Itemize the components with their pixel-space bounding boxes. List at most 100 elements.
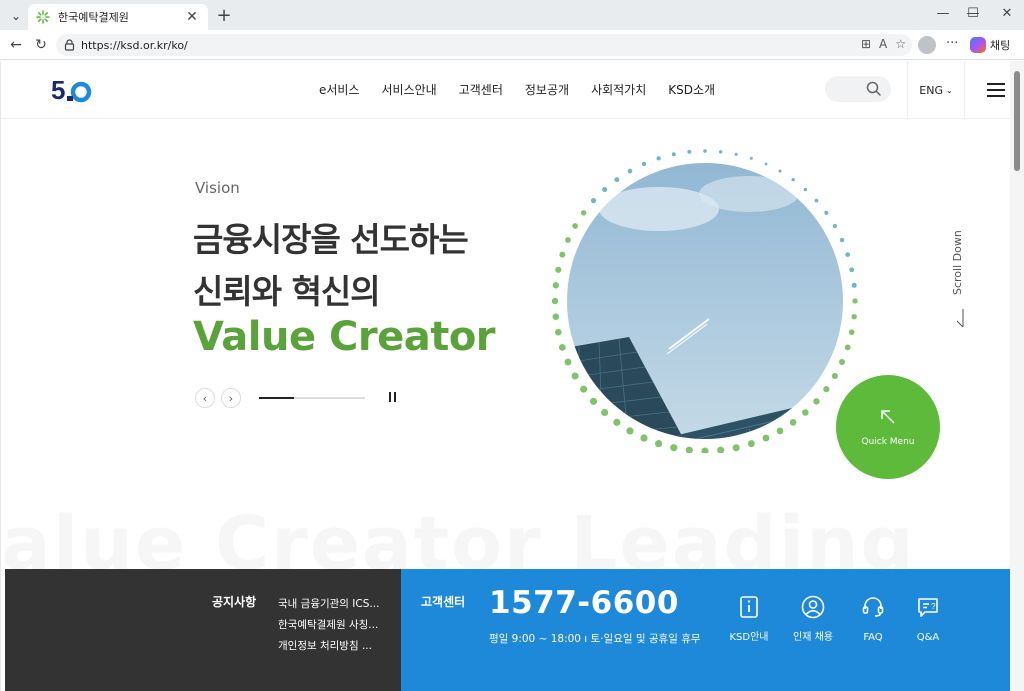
favorite-star-icon[interactable]: ☆ [895, 37, 906, 51]
copilot-chat-button[interactable]: 채팅 [970, 35, 1010, 55]
customer-center-hours: 평일 9:00 ~ 18:00 ı 토·일요일 및 공휴일 휴무 [489, 633, 701, 645]
ring-dot [565, 237, 571, 243]
more-options-icon[interactable]: ··· [946, 36, 958, 51]
ring-dot [590, 197, 597, 204]
ring-dot [601, 408, 609, 417]
ring-dot [627, 168, 633, 174]
notice-panel: 공지사항 국내 금융기관의 ICS... 한국예탁결제원 사칭... 개인정보 … [5, 569, 401, 691]
back-arrow-icon[interactable]: ← [6, 35, 26, 55]
ring-dot [747, 440, 755, 448]
ring-dot [831, 372, 838, 380]
quick-menu-label: Quick Menu [861, 437, 915, 447]
ring-dot [555, 266, 562, 273]
scrollbar-thumb[interactable] [1014, 71, 1020, 171]
customer-center-title: 고객센터 [421, 595, 466, 609]
hero-headline-line1: 금융시장을 선도하는 [193, 220, 469, 259]
link-label: Q&A [916, 632, 940, 643]
reload-icon[interactable]: ↻ [31, 35, 51, 55]
pause-icon[interactable] [388, 392, 398, 404]
logo-five: 5 [51, 75, 65, 103]
link-ksd-guide[interactable]: KSD안내 [719, 595, 779, 644]
ring-dot [791, 177, 795, 182]
nav-service-guide[interactable]: 서비스안내 [382, 81, 437, 98]
ring-dot [703, 149, 707, 153]
window-minimize-button[interactable]: — [928, 6, 958, 21]
ring-dot [655, 440, 663, 448]
window-close-button[interactable]: ✕ [992, 6, 1022, 21]
notice-list: 국내 금융기관의 ICS... 한국예탁결제원 사칭... 개인정보 처리방침 … [278, 594, 379, 657]
notice-item[interactable]: 국내 금융기관의 ICS... [278, 594, 379, 615]
nav-customer-center[interactable]: 고객센터 [459, 81, 503, 98]
address-bar[interactable]: https://ksd.or.kr/ko/ ⊞ A ☆ [56, 34, 912, 56]
ring-dot [671, 152, 676, 157]
ring-dot [762, 434, 770, 442]
link-label: KSD안내 [729, 632, 769, 643]
quick-menu-button[interactable]: Quick Menu [836, 375, 940, 479]
ring-dot [789, 419, 797, 426]
ring-dot [851, 282, 857, 288]
svg-text:?: ? [931, 602, 936, 611]
arrow-up-left-icon [881, 410, 895, 424]
ring-dot [823, 386, 830, 393]
nav-social-value[interactable]: 사회적가치 [591, 81, 646, 98]
ring-dot [656, 156, 661, 161]
window-maximize-button[interactable]: ☐ [958, 6, 988, 21]
link-qna[interactable]: ? Q&A [898, 595, 958, 644]
nav-about-ksd[interactable]: KSD소개 [668, 81, 715, 98]
read-aloud-icon[interactable]: A [879, 37, 887, 51]
ring-dot [552, 282, 559, 289]
url-text: https://ksd.or.kr/ko/ [81, 38, 188, 52]
ksd-50-logo[interactable]: 5 [51, 75, 96, 103]
browser-tab-bar: ⌄ 한국예탁결제원 ✕ + — — ☐ ✕ [0, 0, 1024, 30]
hero-highlight: Value Creator [193, 314, 496, 360]
scroll-arrow-icon [956, 309, 964, 328]
language-selector[interactable]: ENG ⌄ [907, 61, 965, 119]
ring-dot [602, 186, 608, 193]
slide-next-button[interactable]: › [221, 388, 241, 408]
app-grid-icon[interactable]: ⊞ [861, 37, 871, 51]
tab-list-chevron-icon[interactable]: ⌄ [6, 6, 26, 26]
ring-dot [844, 344, 851, 351]
link-recruitment[interactable]: 인재 채용 [783, 595, 843, 644]
ring-dot [640, 434, 648, 442]
browser-tab[interactable]: 한국예탁결제원 ✕ [28, 4, 208, 30]
chat-label: 채팅 [990, 39, 1011, 52]
ring-dot [849, 267, 855, 273]
ring-dot [803, 187, 808, 192]
ring-dot [717, 446, 725, 453]
ring-dot [572, 223, 578, 229]
hero-headline-line2: 신뢰와 혁신의 [193, 272, 381, 311]
profile-avatar-icon[interactable] [918, 36, 936, 54]
slide-prev-button[interactable]: ‹ [195, 388, 215, 408]
ring-dot [824, 210, 829, 215]
chevron-down-icon: ⌄ [946, 85, 953, 95]
ring-dot [749, 156, 753, 160]
info-document-icon [740, 596, 758, 618]
browser-toolbar: ← ↻ https://ksd.or.kr/ko/ ⊞ A ☆ ··· 채팅 [0, 30, 1024, 60]
nav-disclosure[interactable]: 정보공개 [525, 81, 569, 98]
nav-e-service[interactable]: e서비스 [319, 81, 360, 98]
ring-dot [813, 398, 820, 405]
ring-dot [718, 150, 723, 154]
search-button[interactable] [825, 76, 891, 102]
hamburger-menu-icon[interactable] [987, 83, 1005, 97]
tab-title: 한국예탁결제원 [58, 11, 129, 24]
ring-dot [558, 343, 566, 351]
new-tab-button[interactable]: + [214, 5, 234, 26]
scroll-down-indicator[interactable]: Scroll Down [951, 221, 975, 331]
link-label: FAQ [863, 632, 883, 643]
link-faq[interactable]: FAQ [843, 595, 903, 644]
notice-item[interactable]: 개인정보 처리방침 ... [278, 636, 379, 657]
ring-dot [802, 409, 809, 416]
ring-dot [845, 252, 851, 257]
notice-item[interactable]: 한국예탁결제원 사칭... [278, 615, 379, 636]
ring-dot [832, 223, 838, 229]
ring-dot [687, 149, 692, 154]
ring-dot [626, 427, 634, 435]
slide-progress-bar [259, 397, 365, 399]
ring-dot [559, 251, 566, 258]
customer-center-phone[interactable]: 1577-6600 [489, 585, 679, 621]
ring-dot [552, 313, 560, 320]
tab-close-icon[interactable]: ✕ [184, 9, 200, 25]
page-scrollbar[interactable] [1010, 61, 1024, 691]
